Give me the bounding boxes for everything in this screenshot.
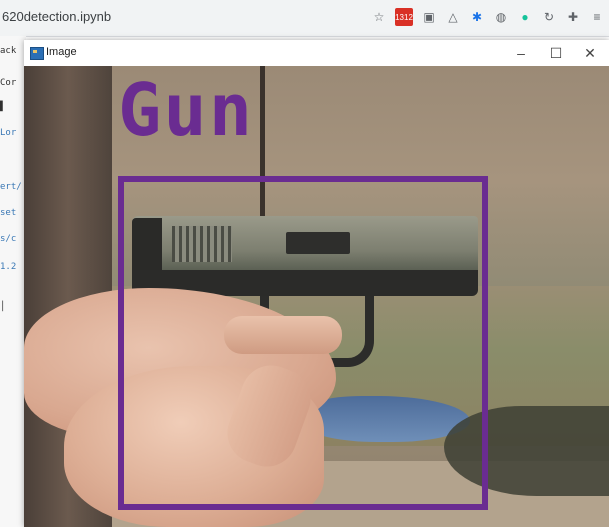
image-canvas: Gun: [24, 66, 609, 527]
browser-toolbar: 620detection.ipynb ☆ 1312 ▣ △ ✱ ◍ ● ↻ ✚ …: [0, 0, 609, 37]
grammarly-icon[interactable]: ●: [517, 9, 533, 25]
maximize-button[interactable]: ☐: [540, 42, 572, 64]
extension-badge-icon[interactable]: 1312: [395, 8, 413, 26]
notebook-fragment: 1.2: [0, 262, 17, 272]
browser-tab-title[interactable]: 620detection.ipynb: [2, 9, 111, 24]
detection-bounding-box: [118, 176, 488, 510]
notebook-fragment: ack: [0, 46, 17, 56]
notebook-fragment: set: [0, 208, 17, 218]
close-button[interactable]: ✕: [574, 42, 606, 64]
minimize-button[interactable]: –: [505, 42, 537, 64]
notebook-background: ack Cor ▌ Lor ert/ set s/c 1.2 │: [0, 36, 26, 527]
detection-label: Gun: [118, 68, 255, 152]
extension-icon[interactable]: ✱: [469, 9, 485, 25]
puzzle-icon[interactable]: ✚: [565, 9, 581, 25]
notebook-fragment: Lor: [0, 128, 17, 138]
menu-icon[interactable]: ≡: [589, 9, 605, 25]
browser-extension-icons: ☆ 1312 ▣ △ ✱ ◍ ● ↻ ✚ ≡: [371, 8, 605, 26]
history-icon[interactable]: ↻: [541, 9, 557, 25]
photo-icon[interactable]: ▣: [421, 9, 437, 25]
notebook-fragment: Cor: [0, 78, 17, 88]
app-icon: [30, 47, 44, 60]
window-titlebar[interactable]: Image – ☐ ✕: [24, 40, 609, 66]
notebook-fragment: s/c: [0, 234, 17, 244]
star-icon[interactable]: ☆: [371, 9, 387, 25]
notebook-fragment: ert/: [0, 182, 22, 192]
globe-icon[interactable]: ◍: [493, 9, 509, 25]
notebook-fragment: │: [0, 302, 6, 312]
image-window: Image – ☐ ✕ Gun: [24, 40, 609, 527]
window-title: Image: [46, 46, 77, 58]
notebook-fragment: ▌: [0, 102, 6, 112]
drive-icon[interactable]: △: [445, 9, 461, 25]
